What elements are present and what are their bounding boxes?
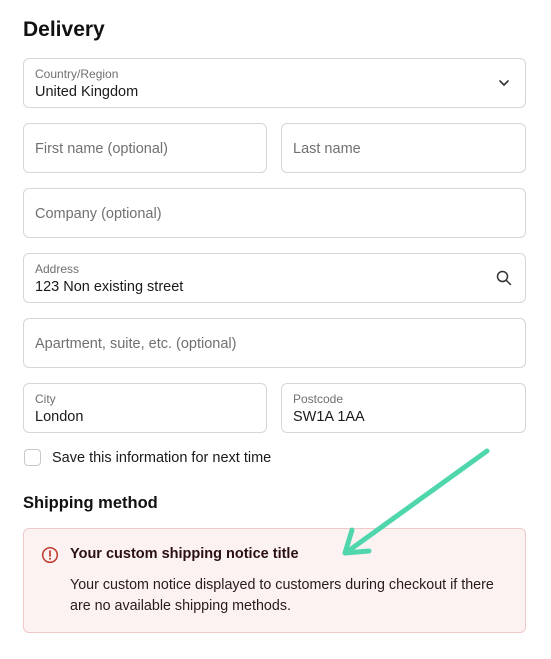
address-value: 123 Non existing street	[35, 279, 184, 295]
address-field[interactable]: Address 123 Non existing street	[23, 253, 526, 303]
shipping-notice-title: Your custom shipping notice title	[70, 546, 299, 562]
save-info-label[interactable]: Save this information for next time	[52, 450, 271, 466]
save-info-checkbox[interactable]	[24, 449, 41, 466]
apartment-placeholder: Apartment, suite, etc. (optional)	[35, 336, 237, 352]
postcode-label: Postcode	[293, 392, 344, 406]
chevron-down-icon	[499, 80, 509, 86]
address-label: Address	[35, 262, 80, 276]
shipping-notice-body: Your custom notice displayed to customer…	[70, 577, 494, 614]
city-value: London	[35, 409, 84, 425]
first-name-placeholder: First name (optional)	[35, 141, 168, 157]
apartment-field[interactable]: Apartment, suite, etc. (optional)	[23, 318, 526, 368]
delivery-heading: Delivery	[23, 18, 105, 41]
country-value: United Kingdom	[35, 84, 139, 100]
postcode-field[interactable]: Postcode SW1A 1AA	[281, 383, 526, 433]
country-select[interactable]: Country/Region United Kingdom	[23, 58, 526, 108]
error-circle-icon	[41, 546, 59, 564]
search-icon[interactable]	[495, 269, 513, 287]
city-label: City	[35, 392, 56, 406]
last-name-field[interactable]: Last name	[281, 123, 526, 173]
shipping-notice-banner: Your custom shipping notice title Your c…	[23, 528, 526, 633]
city-field[interactable]: City London	[23, 383, 267, 433]
first-name-field[interactable]: First name (optional)	[23, 123, 267, 173]
company-placeholder: Company (optional)	[35, 206, 162, 222]
company-field[interactable]: Company (optional)	[23, 188, 526, 238]
last-name-placeholder: Last name	[293, 141, 361, 157]
country-label: Country/Region	[35, 67, 119, 81]
postcode-value: SW1A 1AA	[293, 409, 365, 425]
shipping-method-heading: Shipping method	[23, 494, 158, 512]
